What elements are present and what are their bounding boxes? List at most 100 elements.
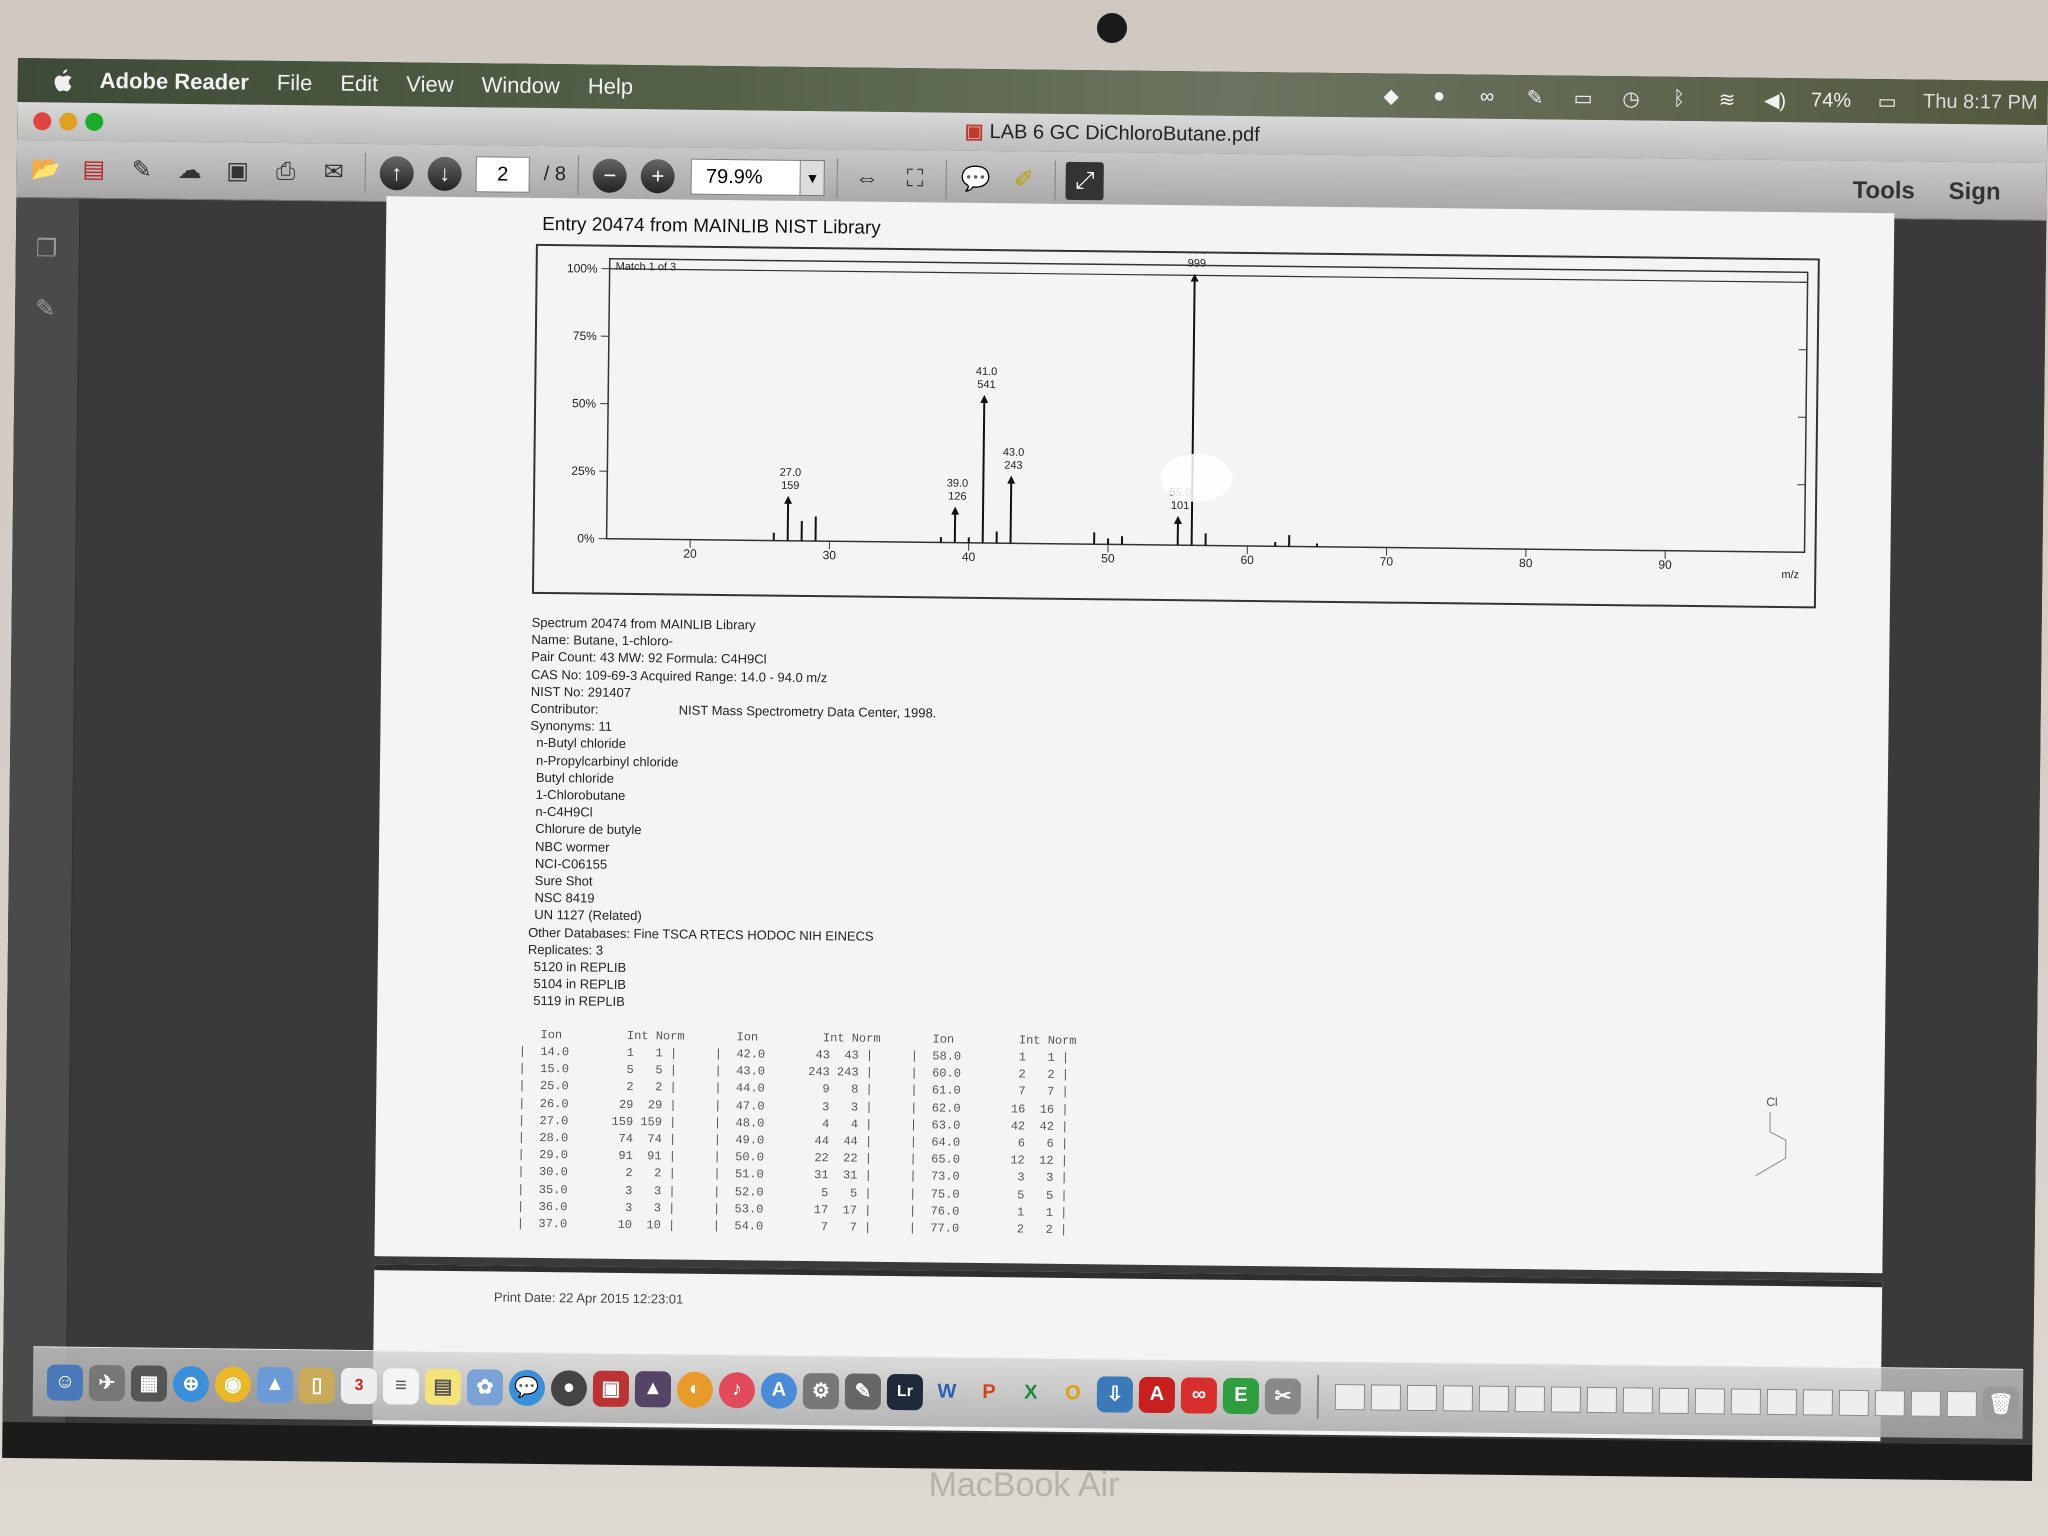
battery-percent[interactable]: 74%: [1811, 89, 1851, 112]
zoom-input[interactable]: 79.9%: [690, 158, 802, 196]
minimized-window[interactable]: [1910, 1390, 1942, 1417]
bluetooth-icon[interactable]: ᛒ: [1667, 87, 1691, 111]
word-icon[interactable]: W: [929, 1374, 965, 1410]
minimized-window[interactable]: [1838, 1389, 1870, 1416]
minimized-window[interactable]: [1514, 1385, 1546, 1412]
previous-page-button[interactable]: ↑: [379, 155, 414, 190]
creative-cloud-icon[interactable]: ∞: [1475, 85, 1499, 109]
zoom-out-button[interactable]: −: [592, 158, 628, 193]
minimized-window[interactable]: [1874, 1389, 1906, 1416]
messages-icon[interactable]: 💬: [508, 1369, 546, 1406]
creative-cloud-dock-icon[interactable]: ∞: [1180, 1376, 1218, 1414]
minimized-window[interactable]: [1802, 1388, 1834, 1416]
page-number-input[interactable]: 2: [475, 155, 530, 193]
script-editor-icon[interactable]: ✎: [844, 1372, 882, 1410]
minimized-window[interactable]: [1586, 1386, 1618, 1413]
minimized-window[interactable]: [1370, 1383, 1402, 1411]
menu-view[interactable]: View: [406, 71, 454, 98]
tools-button[interactable]: Tools: [1852, 177, 1915, 206]
fit-page-icon[interactable]: ⛶: [896, 159, 934, 197]
wifi-icon[interactable]: ≋: [1715, 87, 1739, 111]
mission-control-icon[interactable]: ▦: [130, 1364, 168, 1402]
minimized-window[interactable]: [1622, 1386, 1654, 1414]
evernote-icon[interactable]: ●: [1427, 84, 1451, 108]
contacts-icon[interactable]: ▯: [298, 1366, 336, 1404]
ion-table-row: | 44.0 9 8 |: [714, 1081, 873, 1098]
minimized-window[interactable]: [1766, 1388, 1798, 1415]
menu-help[interactable]: Help: [588, 73, 634, 100]
evernote-dock-icon[interactable]: E: [1222, 1377, 1260, 1414]
lightroom-icon[interactable]: Lr: [886, 1373, 924, 1410]
minimized-window[interactable]: [1334, 1383, 1366, 1410]
peak-marker: [784, 495, 793, 504]
sign-button[interactable]: Sign: [1948, 178, 2000, 207]
clock[interactable]: Thu 8:17 PM: [1923, 90, 2038, 114]
x-tick-label: 70: [1380, 554, 1394, 568]
minimized-window[interactable]: [1658, 1387, 1690, 1414]
spectrum-peak: [981, 396, 986, 543]
download-icon[interactable]: ⇩: [1096, 1375, 1134, 1413]
calendar-icon[interactable]: 3: [340, 1367, 378, 1404]
iphoto-icon[interactable]: ▲: [634, 1370, 672, 1407]
excel-icon[interactable]: X: [1013, 1375, 1049, 1411]
fit-width-icon[interactable]: ⇔: [848, 159, 886, 197]
cloud-upload-icon[interactable]: ☁: [171, 151, 209, 189]
acrobat-icon[interactable]: A: [1138, 1376, 1176, 1413]
chrome-icon[interactable]: ◉: [214, 1365, 252, 1403]
outlook-icon[interactable]: O: [1055, 1375, 1091, 1411]
save-icon[interactable]: ▣: [219, 152, 257, 190]
pages-icon[interactable]: ❐: [36, 234, 62, 262]
menu-app-name[interactable]: Adobe Reader: [100, 68, 249, 96]
full-screen-icon[interactable]: ⤢: [1065, 161, 1105, 200]
utility-icon[interactable]: ✂: [1264, 1377, 1302, 1415]
ion-table-column: Ion Int Norm | 14.0 1 1 | | 15.0 5 5 | | 25…: [517, 1028, 685, 1236]
launchpad-icon[interactable]: ✈: [88, 1364, 126, 1401]
photos-icon[interactable]: ✿: [466, 1368, 504, 1406]
next-page-button[interactable]: ↓: [427, 156, 462, 191]
print-icon[interactable]: ⎙: [267, 152, 305, 190]
menu-edit[interactable]: Edit: [340, 71, 378, 97]
chevron-down-icon[interactable]: ▼: [800, 159, 826, 196]
minimized-window[interactable]: [1946, 1390, 1978, 1417]
menu-window[interactable]: Window: [481, 72, 560, 99]
edit-icon[interactable]: ✎: [123, 151, 161, 189]
finder-icon[interactable]: ☺: [46, 1363, 84, 1401]
volume-icon[interactable]: ◀): [1763, 88, 1787, 112]
comment-icon[interactable]: 💬: [957, 160, 995, 198]
zoom-in-button[interactable]: +: [640, 158, 676, 193]
powerpoint-icon[interactable]: P: [971, 1374, 1007, 1410]
app-store-icon[interactable]: A: [760, 1372, 798, 1409]
apple-icon[interactable]: [46, 67, 78, 93]
notes-icon[interactable]: ▤: [424, 1368, 462, 1405]
open-icon[interactable]: 📂: [27, 150, 65, 188]
dropbox-icon[interactable]: ◆: [1379, 83, 1403, 107]
itunes-icon[interactable]: ♪: [718, 1371, 756, 1408]
menu-file[interactable]: File: [277, 70, 313, 96]
attachment-icon[interactable]: ✎: [35, 294, 61, 322]
document-area[interactable]: Entry 20474 from MAINLIB NIST Library Ma…: [66, 196, 2047, 1445]
ion-table-row: | 30.0 2 2 |: [517, 1165, 676, 1181]
safari-icon[interactable]: ⊕: [172, 1365, 210, 1402]
minimized-window[interactable]: [1442, 1384, 1474, 1412]
minimized-window[interactable]: [1694, 1387, 1726, 1414]
highlight-icon[interactable]: ✐: [1005, 161, 1043, 199]
system-preferences-icon[interactable]: ⚙: [802, 1372, 840, 1409]
ion-table-row: | 64.0 6 6 |: [909, 1135, 1069, 1151]
create-pdf-icon[interactable]: ▤: [75, 150, 113, 188]
photo-booth-icon[interactable]: ▣: [592, 1370, 630, 1407]
minimized-window[interactable]: [1730, 1388, 1762, 1415]
time-machine-icon[interactable]: ◷: [1619, 86, 1643, 110]
ion-table-row: | 28.0 74 74 |: [517, 1130, 677, 1147]
reminders-icon[interactable]: ≡: [382, 1367, 420, 1405]
airplay-icon[interactable]: ▭: [1571, 86, 1595, 110]
facetime-icon[interactable]: ●: [550, 1369, 588, 1407]
minimized-window[interactable]: [1550, 1385, 1582, 1413]
preview-icon[interactable]: ▲: [256, 1366, 294, 1403]
pen-icon[interactable]: ✎: [1523, 85, 1547, 109]
minimized-window[interactable]: [1406, 1384, 1438, 1411]
ibooks-icon[interactable]: ◐: [676, 1371, 714, 1408]
battery-icon[interactable]: ▭: [1875, 89, 1899, 113]
email-icon[interactable]: ✉: [315, 153, 353, 191]
minimized-window[interactable]: [1478, 1385, 1510, 1412]
trash-icon[interactable]: 🗑: [1982, 1385, 2020, 1423]
